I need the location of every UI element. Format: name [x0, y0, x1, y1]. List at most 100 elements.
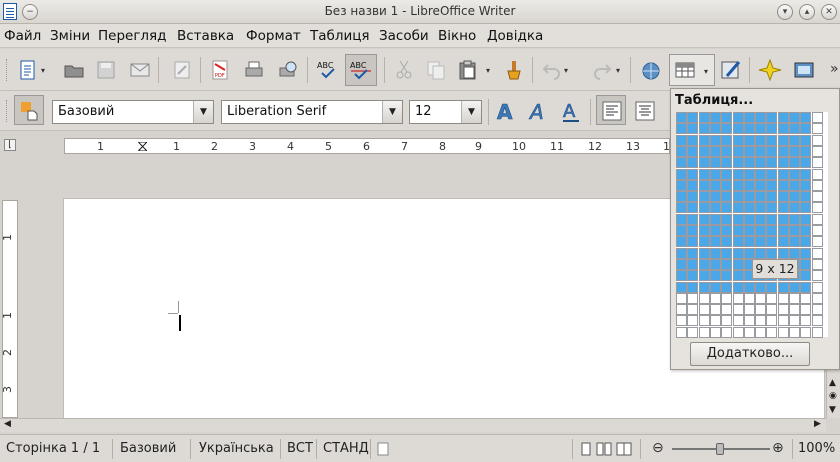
- new-document-icon[interactable]: [16, 58, 40, 82]
- hyperlink-icon[interactable]: [639, 58, 663, 82]
- table-grid-cell[interactable]: [743, 123, 755, 135]
- table-grid-cell[interactable]: [721, 270, 733, 282]
- table-grid-cell[interactable]: [811, 315, 823, 327]
- table-grid-cell[interactable]: [732, 281, 744, 293]
- undo-dropdown-icon[interactable]: ▾: [564, 67, 572, 75]
- table-grid-cell[interactable]: [755, 326, 767, 338]
- table-grid-cell[interactable]: [687, 168, 699, 180]
- table-grid-cell[interactable]: [755, 225, 767, 236]
- table-grid-cell[interactable]: [789, 179, 800, 191]
- table-grid-cell[interactable]: [811, 304, 823, 316]
- table-grid-cell[interactable]: [743, 304, 755, 316]
- table-grid-cell[interactable]: [698, 281, 710, 293]
- table-grid-cell[interactable]: [811, 258, 823, 270]
- copy-icon[interactable]: [424, 58, 448, 82]
- bold-icon[interactable]: A: [493, 99, 517, 123]
- table-grid-cell[interactable]: [698, 157, 710, 169]
- table-grid-cell[interactable]: [721, 202, 733, 214]
- menu-view[interactable]: Перегляд: [98, 28, 167, 44]
- table-grid-cell[interactable]: [687, 202, 699, 214]
- table-grid-cell[interactable]: [800, 326, 812, 338]
- table-grid-cell[interactable]: [698, 225, 710, 236]
- chevron-down-icon[interactable]: ▼: [461, 101, 481, 123]
- table-grid-cell[interactable]: [709, 179, 721, 191]
- table-grid-cell[interactable]: [732, 304, 744, 316]
- table-grid-cell[interactable]: [709, 236, 721, 248]
- table-grid-cell[interactable]: [800, 315, 812, 327]
- table-grid-cell[interactable]: [811, 292, 823, 304]
- table-grid-cell[interactable]: [676, 202, 687, 214]
- table-grid-cell[interactable]: [721, 134, 733, 146]
- save-icon[interactable]: [94, 58, 118, 82]
- table-grid-cell[interactable]: [687, 326, 699, 338]
- clone-formatting-icon[interactable]: [502, 58, 526, 82]
- table-grid-cell[interactable]: [743, 225, 755, 236]
- edit-file-icon[interactable]: [170, 58, 194, 82]
- table-grid-cell[interactable]: [755, 179, 767, 191]
- export-pdf-icon[interactable]: PDF: [208, 58, 232, 82]
- table-grid-cell[interactable]: [743, 168, 755, 180]
- toolbar-grip[interactable]: [6, 100, 9, 122]
- table-grid-cell[interactable]: [811, 247, 823, 259]
- table-grid-cell[interactable]: [676, 247, 687, 259]
- table-grid-cell[interactable]: [766, 145, 778, 157]
- table-grid-cell[interactable]: [709, 123, 721, 135]
- table-grid-cell[interactable]: [721, 326, 733, 338]
- zoom-slider-thumb[interactable]: [716, 443, 724, 455]
- table-grid-cell[interactable]: [777, 292, 789, 304]
- table-grid-cell[interactable]: [676, 225, 687, 236]
- table-grid-cell[interactable]: [721, 213, 733, 225]
- table-grid-cell[interactable]: [698, 179, 710, 191]
- table-grid-cell[interactable]: [800, 292, 812, 304]
- document-modified-icon[interactable]: [377, 442, 389, 456]
- table-grid-cell[interactable]: [721, 225, 733, 236]
- selection-mode[interactable]: СТАНД: [323, 441, 369, 456]
- table-grid-cell[interactable]: [687, 281, 699, 293]
- table-grid-cell[interactable]: [755, 247, 767, 259]
- table-grid-cell[interactable]: [732, 157, 744, 169]
- table-grid-cell[interactable]: [732, 179, 744, 191]
- table-grid-cell[interactable]: [676, 326, 687, 338]
- table-grid-cell[interactable]: [721, 168, 733, 180]
- table-grid-cell[interactable]: [687, 157, 699, 169]
- table-grid-cell[interactable]: [743, 202, 755, 214]
- print-preview-icon[interactable]: [276, 58, 300, 82]
- table-grid-cell[interactable]: [789, 292, 800, 304]
- table-grid-cell[interactable]: [743, 112, 755, 123]
- zoom-out-icon[interactable]: ⊖: [652, 440, 664, 456]
- table-grid-cell[interactable]: [800, 145, 812, 157]
- table-grid-cell[interactable]: [800, 202, 812, 214]
- table-grid-cell[interactable]: [709, 304, 721, 316]
- table-grid-cell[interactable]: [800, 236, 812, 248]
- menu-tools[interactable]: Засоби: [379, 28, 429, 44]
- table-grid-cell[interactable]: [766, 168, 778, 180]
- table-grid-cell[interactable]: [789, 315, 800, 327]
- menu-insert[interactable]: Вставка: [177, 28, 234, 44]
- table-grid-cell[interactable]: [755, 134, 767, 146]
- table-grid-cell[interactable]: [789, 304, 800, 316]
- table-grid-cell[interactable]: [800, 281, 812, 293]
- table-grid-cell[interactable]: [811, 134, 823, 146]
- align-left-toggle[interactable]: [596, 95, 626, 125]
- table-grid-cell[interactable]: [800, 157, 812, 169]
- table-grid-cell[interactable]: [777, 112, 789, 123]
- menu-file[interactable]: Файл: [4, 28, 41, 44]
- table-grid-cell[interactable]: [676, 292, 687, 304]
- table-grid-cell[interactable]: [743, 281, 755, 293]
- table-grid-cell[interactable]: [687, 225, 699, 236]
- new-dropdown-icon[interactable]: ▾: [41, 67, 49, 75]
- table-grid-cell[interactable]: [676, 191, 687, 203]
- spellcheck-icon[interactable]: ABC: [316, 58, 340, 82]
- table-grid-cell[interactable]: [811, 157, 823, 169]
- table-grid-cell[interactable]: [777, 145, 789, 157]
- table-grid-cell[interactable]: [721, 191, 733, 203]
- book-view-icon[interactable]: [616, 442, 632, 456]
- table-grid-cell[interactable]: [766, 247, 778, 259]
- table-grid-cell[interactable]: [732, 168, 744, 180]
- table-grid-cell[interactable]: [698, 292, 710, 304]
- table-grid-cell[interactable]: [777, 123, 789, 135]
- table-grid-cell[interactable]: [800, 112, 812, 123]
- table-grid-cell[interactable]: [789, 281, 800, 293]
- gallery-icon[interactable]: [792, 58, 816, 82]
- zoom-slider[interactable]: [672, 443, 770, 455]
